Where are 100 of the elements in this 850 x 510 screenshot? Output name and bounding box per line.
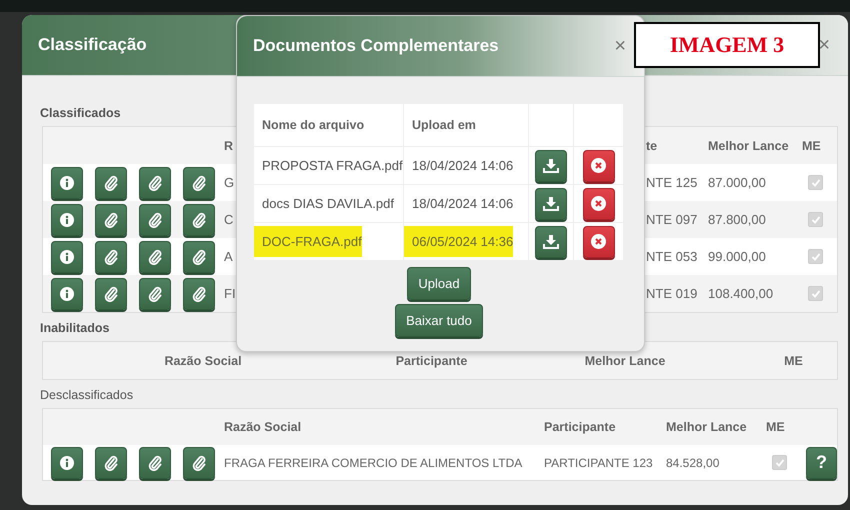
attachment-button[interactable]	[183, 446, 215, 478]
column-header: Razão Social	[224, 420, 302, 434]
check-icon	[810, 252, 820, 262]
close-circle-icon	[591, 234, 606, 249]
column-header: ME	[802, 138, 822, 152]
help-button[interactable]: ?	[806, 446, 837, 478]
attachment-button[interactable]	[95, 446, 127, 478]
file-name: DOC-FRAGA.pdf	[254, 226, 362, 257]
annotation-label: IMAGEM 3	[634, 22, 820, 68]
paperclip-icon	[148, 286, 162, 302]
company-name: C	[224, 212, 234, 227]
column-header: R	[224, 138, 234, 152]
participant-cell-text: NTE 019	[646, 286, 698, 301]
attachment-button[interactable]	[139, 166, 171, 198]
column-header: Melhor Lance	[584, 354, 666, 368]
paperclip-icon	[104, 248, 118, 264]
close-circle-icon	[591, 158, 606, 173]
paperclip-icon	[148, 212, 162, 228]
bid-cell-text: 87.000,00	[708, 175, 767, 190]
participant-cell-text: PARTICIPANTE 123	[544, 456, 654, 470]
dialog-title: Classificação	[38, 35, 147, 55]
section-label: Desclassificados	[40, 388, 134, 402]
section-label: Inabilitados	[40, 321, 110, 335]
column-header: Participante	[544, 420, 617, 434]
paperclip-icon	[192, 286, 206, 302]
checkbox[interactable]	[808, 286, 823, 301]
paperclip-icon	[148, 174, 162, 190]
attachment-button[interactable]	[139, 278, 171, 310]
download-icon	[543, 196, 559, 211]
paperclip-icon	[104, 454, 118, 470]
download-button[interactable]	[535, 150, 567, 182]
attachment-button[interactable]	[95, 240, 127, 272]
participant-cell-text: NTE 097	[646, 212, 698, 227]
column-header: Participante	[394, 354, 468, 368]
column-header: ME	[783, 354, 804, 368]
checkbox[interactable]	[808, 212, 823, 227]
attachment-button[interactable]	[183, 166, 215, 198]
attachment-button[interactable]	[95, 278, 127, 310]
info-button[interactable]	[51, 278, 83, 310]
participant-cell-text: NTE 125	[646, 175, 698, 190]
info-icon	[60, 456, 74, 470]
paperclip-icon	[192, 212, 206, 228]
info-icon	[60, 176, 74, 190]
section-label: Classificados	[40, 106, 122, 120]
column-header: te	[646, 138, 658, 152]
column-header: Melhor Lance	[708, 138, 790, 152]
action-button[interactable]: Upload	[407, 267, 471, 300]
column-header: ME	[766, 420, 786, 434]
paperclip-icon	[192, 248, 206, 264]
paperclip-icon	[104, 286, 118, 302]
close-button[interactable]: ×	[612, 36, 628, 56]
attachment-button[interactable]	[139, 446, 171, 478]
attachment-button[interactable]	[183, 240, 215, 272]
company-name: FI	[224, 286, 237, 301]
check-icon	[810, 288, 820, 298]
info-icon	[60, 212, 74, 226]
close-circle-icon	[591, 196, 606, 211]
attachment-button[interactable]	[139, 204, 171, 236]
download-button[interactable]	[535, 226, 567, 258]
column-header: Nome do arquivo	[254, 104, 404, 146]
attachment-button[interactable]	[183, 204, 215, 236]
check-icon	[810, 178, 820, 188]
column-header: Razão Social	[163, 354, 243, 368]
delete-button[interactable]	[582, 188, 614, 220]
download-icon	[543, 158, 559, 173]
checkbox[interactable]	[808, 175, 823, 190]
company-name: G	[224, 175, 236, 190]
paperclip-icon	[192, 174, 206, 190]
action-button[interactable]: Baixar tudo	[395, 304, 483, 337]
bid-cell-text: 108.400,00	[708, 286, 774, 301]
info-button[interactable]	[51, 240, 83, 272]
paperclip-icon	[104, 174, 118, 190]
info-button[interactable]	[51, 446, 83, 478]
paperclip-icon	[148, 454, 162, 470]
download-icon	[543, 234, 559, 249]
column-header: Upload em	[404, 104, 529, 146]
check-icon	[774, 458, 784, 468]
column-header: Melhor Lance	[666, 420, 748, 434]
company-name: FRAGA FERREIRA COMERCIO DE ALIMENTOS LTDA	[224, 456, 524, 470]
check-icon	[810, 214, 820, 224]
info-icon	[60, 250, 74, 264]
delete-button[interactable]	[582, 226, 614, 258]
upload-date: 18/04/2024 14:06	[411, 157, 514, 175]
info-button[interactable]	[51, 204, 83, 236]
attachment-button[interactable]	[139, 240, 171, 272]
upload-date: 06/05/2024 14:36	[404, 226, 514, 257]
attachment-button[interactable]	[95, 166, 127, 198]
info-button[interactable]	[51, 166, 83, 198]
paperclip-icon	[192, 454, 206, 470]
info-icon	[60, 286, 74, 300]
download-button[interactable]	[535, 188, 567, 220]
checkbox[interactable]	[808, 249, 823, 264]
attachment-button[interactable]	[183, 278, 215, 310]
delete-button[interactable]	[582, 150, 614, 182]
attachment-button[interactable]	[95, 204, 127, 236]
file-name: docs DIAS DAVILA.pdf	[261, 195, 394, 213]
upload-date: 18/04/2024 14:06	[411, 195, 514, 213]
checkbox[interactable]	[772, 455, 787, 470]
participant-cell-text: NTE 053	[646, 249, 698, 264]
company-name: A	[224, 249, 234, 264]
